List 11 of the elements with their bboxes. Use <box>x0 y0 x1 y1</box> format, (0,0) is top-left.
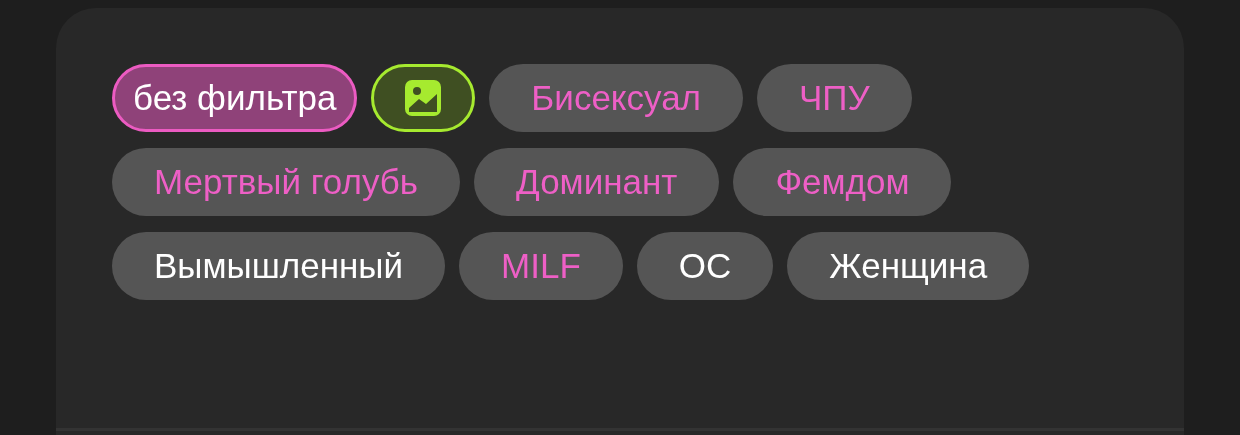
tag-chip[interactable]: Доминант <box>474 148 720 216</box>
tag-chip[interactable]: Фемдом <box>733 148 952 216</box>
tag-chip[interactable]: Вымышленный <box>112 232 446 300</box>
tag-chip[interactable]: MILF <box>459 232 623 300</box>
filter-chip[interactable]: без фильтра <box>112 64 358 132</box>
tag-chip[interactable]: ЧПУ <box>757 64 912 132</box>
tag-chip[interactable]: Мертвый голубь <box>112 148 461 216</box>
tag-chip[interactable]: Бисексуал <box>489 64 744 132</box>
tag-chip[interactable]: Женщина <box>787 232 1030 300</box>
image-icon <box>405 80 442 116</box>
tag-chip[interactable]: ОС <box>636 232 774 300</box>
